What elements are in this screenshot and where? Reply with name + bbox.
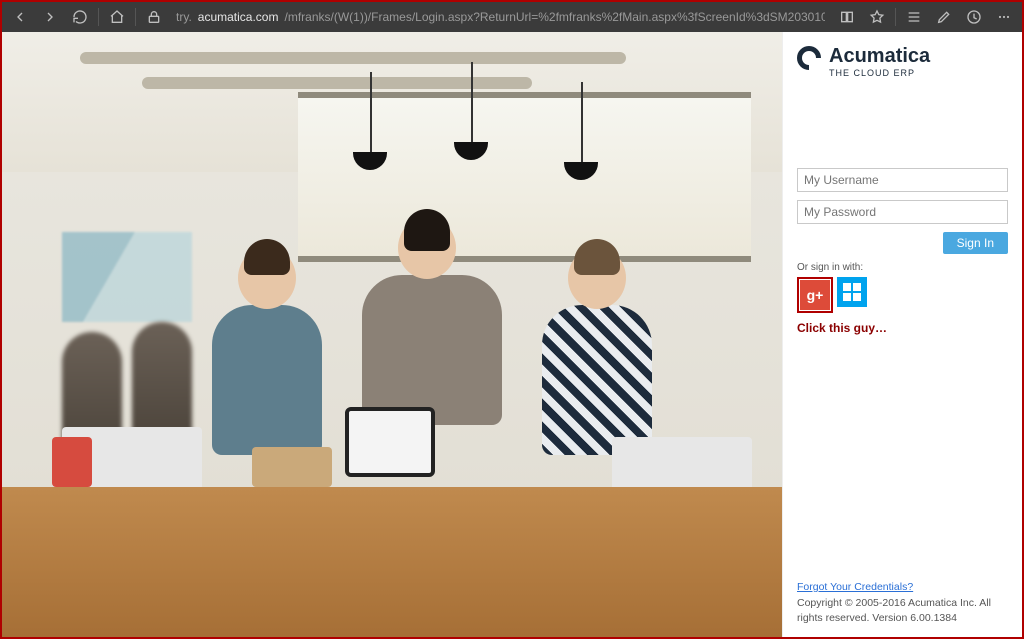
more-button[interactable] xyxy=(990,3,1018,31)
share-button[interactable] xyxy=(960,3,988,31)
login-panel: Acumatica THE CLOUD ERP Sign In Or sign … xyxy=(782,32,1022,637)
url-domain: acumatica.com xyxy=(198,10,279,24)
login-footer: Forgot Your Credentials? Copyright © 200… xyxy=(797,580,1008,627)
browser-toolbar: try. acumatica.com/mfranks/(W(1))/Frames/… xyxy=(2,2,1022,32)
webnote-button[interactable] xyxy=(930,3,958,31)
hub-button[interactable] xyxy=(900,3,928,31)
password-input[interactable] xyxy=(797,200,1008,224)
microsoft-signin-button[interactable] xyxy=(837,277,867,307)
forward-button[interactable] xyxy=(36,3,64,31)
refresh-button[interactable] xyxy=(66,3,94,31)
copyright-text: Copyright © 2005-2016 Acumatica Inc. All… xyxy=(797,597,991,625)
forgot-credentials-link[interactable]: Forgot Your Credentials? xyxy=(797,581,913,593)
brand-logo: Acumatica THE CLOUD ERP xyxy=(797,46,1008,78)
screenshot-frame: try. acumatica.com/mfranks/(W(1))/Frames/… xyxy=(0,0,1024,639)
brand-tagline: THE CLOUD ERP xyxy=(829,68,930,78)
brand-name: Acumatica xyxy=(829,46,930,66)
address-bar[interactable]: try. acumatica.com/mfranks/(W(1))/Frames/… xyxy=(176,10,825,24)
url-prefix: try. xyxy=(176,10,192,24)
or-signin-label: Or sign in with: xyxy=(797,262,1008,273)
separator xyxy=(98,8,99,26)
favorite-button[interactable] xyxy=(863,3,891,31)
windows-icon xyxy=(843,283,861,301)
logo-mark-icon xyxy=(797,46,821,70)
url-path: /mfranks/(W(1))/Frames/Login.aspx?Return… xyxy=(284,10,825,24)
google-plus-signin-button[interactable]: g+ xyxy=(800,280,830,310)
username-input[interactable] xyxy=(797,168,1008,192)
separator xyxy=(135,8,136,26)
home-button[interactable] xyxy=(103,3,131,31)
signin-button[interactable]: Sign In xyxy=(943,232,1008,254)
annotation-highlight: g+ xyxy=(797,277,833,313)
reading-view-button[interactable] xyxy=(833,3,861,31)
hero-image xyxy=(2,32,782,637)
separator xyxy=(895,8,896,26)
annotation-text: Click this guy… xyxy=(797,321,1008,335)
lock-icon xyxy=(140,3,168,31)
back-button[interactable] xyxy=(6,3,34,31)
page-body: Acumatica THE CLOUD ERP Sign In Or sign … xyxy=(2,32,1022,637)
